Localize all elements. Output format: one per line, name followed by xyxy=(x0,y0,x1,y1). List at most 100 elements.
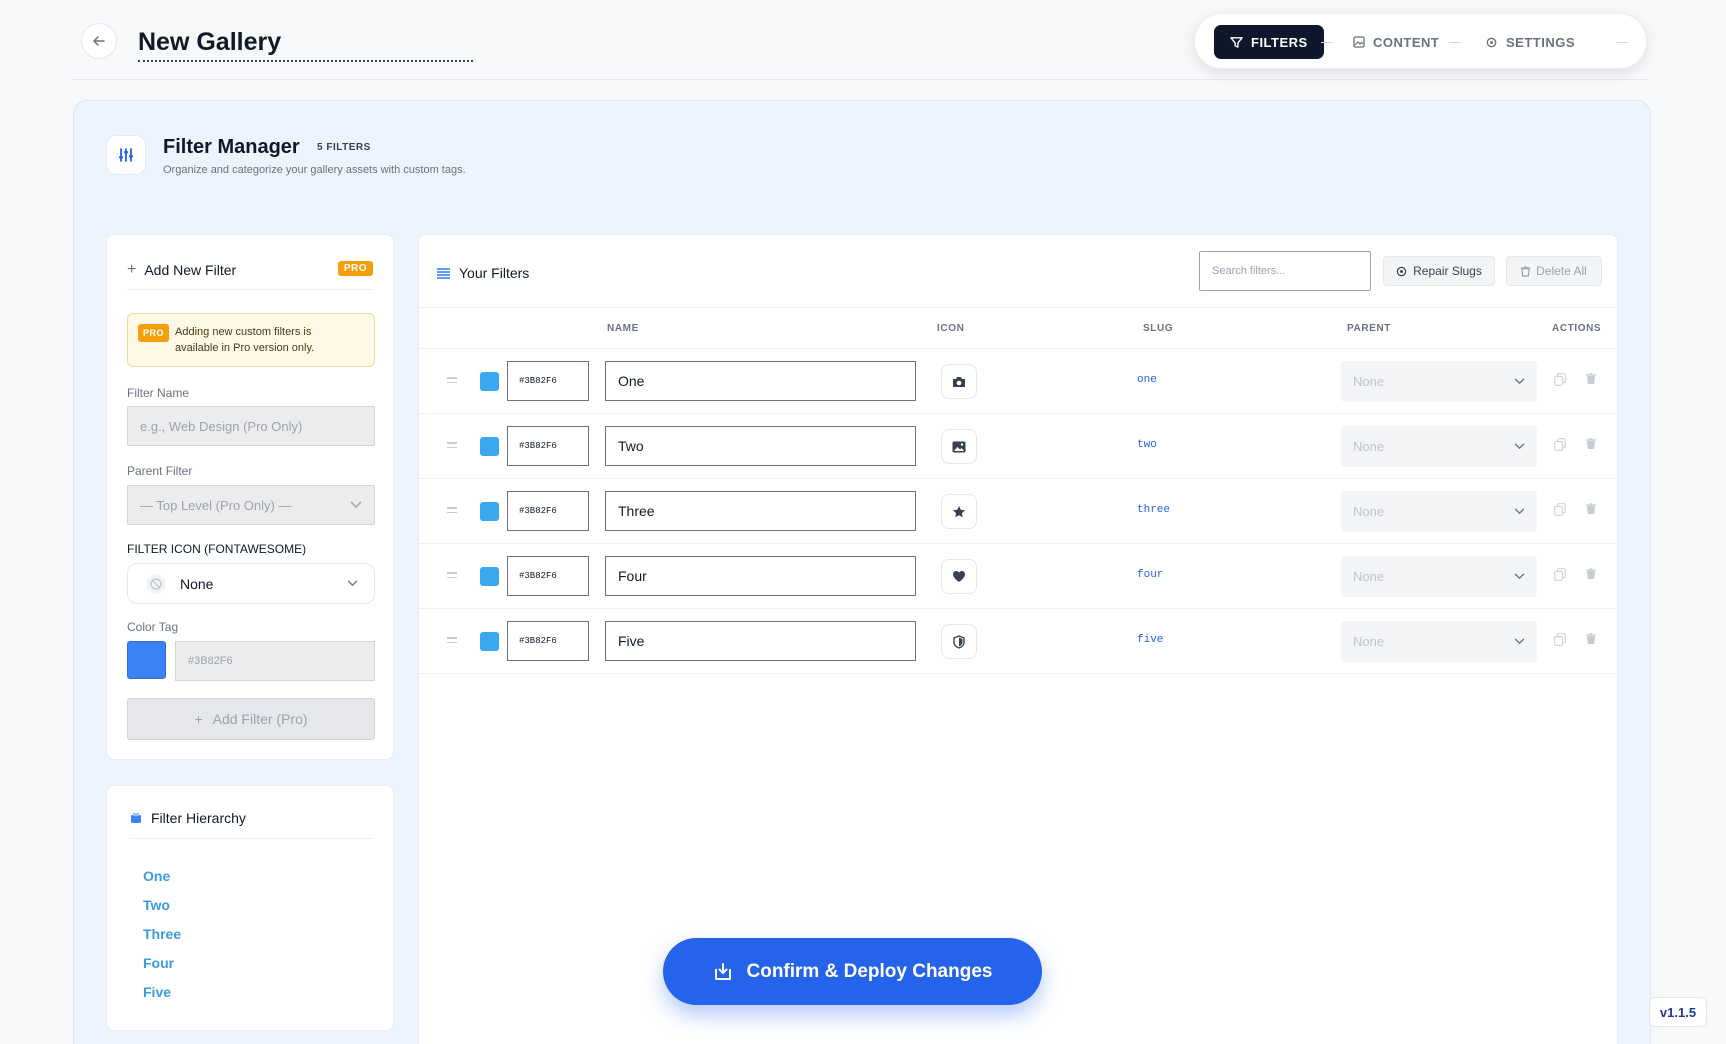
shield-icon xyxy=(953,634,965,649)
row-name-input[interactable]: Four xyxy=(605,556,916,596)
page-title: Filter Manager xyxy=(163,136,300,158)
row-slug: three xyxy=(1137,504,1171,516)
camera-icon xyxy=(953,376,965,387)
drag-handle-icon[interactable] xyxy=(447,507,457,516)
row-parent-select[interactable]: None xyxy=(1341,426,1537,467)
copy-icon[interactable] xyxy=(1554,503,1566,516)
hierarchy-item[interactable]: Two xyxy=(143,897,170,913)
trash-icon[interactable] xyxy=(1586,373,1596,385)
add-filter-button[interactable]: + Add Filter (Pro) xyxy=(127,698,375,740)
table-row: #3B82F6 Four four None xyxy=(419,544,1619,609)
color-hex-input[interactable]: #3B82F6 xyxy=(175,641,375,681)
chevron-down-icon xyxy=(347,580,358,587)
hierarchy-heading: Filter Hierarchy xyxy=(129,810,246,826)
trash-icon[interactable] xyxy=(1586,503,1596,515)
copy-icon[interactable] xyxy=(1554,568,1566,581)
row-slug: one xyxy=(1137,374,1157,386)
row-parent-select[interactable]: None xyxy=(1341,361,1537,402)
repair-slugs-label: Repair Slugs xyxy=(1413,264,1482,278)
table-row: #3B82F6 Five five None xyxy=(419,609,1619,674)
heart-icon xyxy=(953,571,965,582)
row-color-swatch[interactable] xyxy=(480,502,499,521)
row-parent-select[interactable]: None xyxy=(1341,491,1537,532)
row-color-swatch[interactable] xyxy=(480,437,499,456)
row-parent-value: None xyxy=(1353,569,1385,584)
row-slug: four xyxy=(1137,569,1164,581)
repair-slugs-button[interactable]: Repair Slugs xyxy=(1383,256,1495,286)
copy-icon[interactable] xyxy=(1554,633,1566,646)
list-icon xyxy=(437,267,450,279)
pro-notice-text: Adding new custom filters is available i… xyxy=(175,326,315,354)
row-icon-button[interactable] xyxy=(941,429,977,464)
parent-filter-value: — Top Level (Pro Only) — xyxy=(140,497,292,513)
row-color-input[interactable]: #3B82F6 xyxy=(507,491,589,531)
drag-handle-icon[interactable] xyxy=(447,377,457,386)
deploy-button[interactable]: Confirm & Deploy Changes xyxy=(663,938,1042,1005)
trash-icon xyxy=(1521,265,1531,277)
delete-all-button[interactable]: Delete All xyxy=(1506,256,1602,286)
table-row: #3B82F6 Three three None xyxy=(419,479,1619,544)
color-swatch[interactable] xyxy=(127,641,166,679)
row-parent-value: None xyxy=(1353,634,1385,649)
tab-content-label: CONTENT xyxy=(1373,34,1440,50)
drag-handle-icon[interactable] xyxy=(447,442,457,451)
chevron-down-icon xyxy=(1514,378,1525,385)
tab-settings-label: SETTINGS xyxy=(1506,34,1576,50)
drag-handle-icon[interactable] xyxy=(447,637,457,646)
row-icon-button[interactable] xyxy=(941,494,977,529)
add-filter-card: + Add New Filter PRO PRO Adding new custo… xyxy=(106,234,394,760)
row-parent-select[interactable]: None xyxy=(1341,621,1537,662)
delete-all-label: Delete All xyxy=(1536,264,1587,278)
hierarchy-item[interactable]: Three xyxy=(143,926,181,942)
search-input[interactable]: Search filters... xyxy=(1199,251,1371,291)
filters-table-heading: Your Filters xyxy=(437,265,529,281)
plus-icon: + xyxy=(194,711,203,727)
table-row: #3B82F6 Two two None xyxy=(419,414,1619,479)
hierarchy-item[interactable]: Four xyxy=(143,955,174,971)
row-icon-button[interactable] xyxy=(941,364,977,399)
filter-count-badge: 5 FILTERS xyxy=(317,142,371,153)
row-parent-select[interactable]: None xyxy=(1341,556,1537,597)
row-color-swatch[interactable] xyxy=(480,567,499,586)
row-color-input[interactable]: #3B82F6 xyxy=(507,556,589,596)
filter-icon-select[interactable]: None xyxy=(127,563,375,604)
row-icon-button[interactable] xyxy=(941,624,977,659)
arrow-left-icon xyxy=(92,36,105,46)
back-button[interactable] xyxy=(81,23,117,59)
filter-name-input[interactable]: e.g., Web Design (Pro Only) xyxy=(127,406,375,446)
version-badge: v1.1.5 xyxy=(1649,997,1707,1027)
color-hex-value: #3B82F6 xyxy=(188,655,233,667)
copy-icon[interactable] xyxy=(1554,438,1566,451)
row-color-input[interactable]: #3B82F6 xyxy=(507,361,589,401)
tab-content[interactable]: CONTENT xyxy=(1353,25,1439,59)
row-name-input[interactable]: Three xyxy=(605,491,916,531)
row-color-input[interactable]: #3B82F6 xyxy=(507,426,589,466)
row-icon-button[interactable] xyxy=(941,559,977,594)
gallery-title-input[interactable]: New Gallery xyxy=(138,22,473,62)
row-color-swatch[interactable] xyxy=(480,632,499,651)
chevron-down-icon xyxy=(1514,443,1525,450)
trash-icon[interactable] xyxy=(1586,438,1596,450)
row-name-input[interactable]: Two xyxy=(605,426,916,466)
hierarchy-item[interactable]: One xyxy=(143,868,170,884)
filter-icon-label: FILTER ICON (FONTAWESOME) xyxy=(127,542,307,556)
filters-table-card: Your Filters Search filters... Repair Sl… xyxy=(418,234,1619,1044)
tab-settings[interactable]: SETTINGS xyxy=(1485,25,1575,59)
drag-handle-icon[interactable] xyxy=(447,572,457,581)
row-color-input[interactable]: #3B82F6 xyxy=(507,621,589,661)
column-header-parent: PARENT xyxy=(1347,323,1391,334)
row-name-input[interactable]: Five xyxy=(605,621,916,661)
tab-filters[interactable]: FILTERS xyxy=(1214,25,1324,59)
filter-icon-value: None xyxy=(180,575,214,592)
row-name-input[interactable]: One xyxy=(605,361,916,401)
copy-icon[interactable] xyxy=(1554,373,1566,386)
hierarchy-item[interactable]: Five xyxy=(143,984,171,1000)
layers-icon xyxy=(131,813,141,823)
column-header-actions: ACTIONS xyxy=(1552,323,1602,334)
row-parent-value: None xyxy=(1353,504,1385,519)
pro-notice: PRO Adding new custom filters is availabl… xyxy=(127,313,375,367)
trash-icon[interactable] xyxy=(1586,633,1596,645)
parent-filter-select[interactable]: — Top Level (Pro Only) — xyxy=(127,485,375,525)
trash-icon[interactable] xyxy=(1586,568,1596,580)
row-color-swatch[interactable] xyxy=(480,372,499,391)
